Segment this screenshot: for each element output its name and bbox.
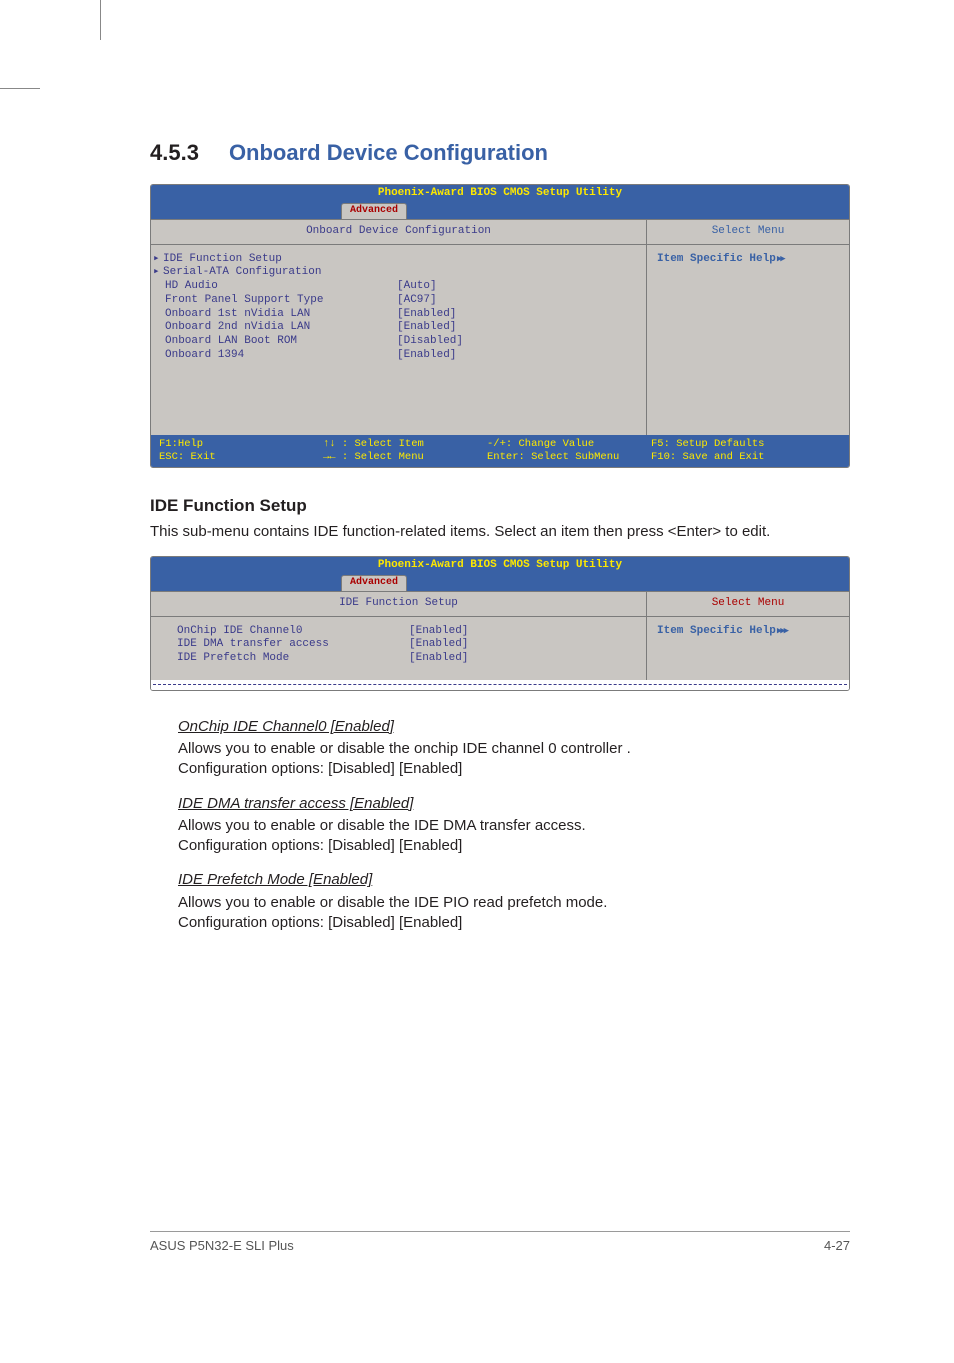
bios-body: ▸IDE Function Setup ▸Serial-ATA Configur…	[151, 244, 849, 435]
bios-tab-advanced: Advanced	[341, 575, 407, 591]
submenu-arrow-icon: ▸	[153, 266, 163, 280]
bios-body: OnChip IDE Channel0[Enabled] IDE DMA tra…	[151, 616, 849, 680]
bios-footer-key: ESC: Exit	[159, 451, 216, 463]
bios-row-value: [Enabled]	[409, 638, 468, 652]
bios-footer-key: →← : Select Menu	[323, 451, 424, 463]
bios-row-value: [Enabled]	[397, 321, 456, 335]
bios-row-value: [Disabled]	[397, 335, 463, 349]
bios-row-label: OnChip IDE Channel0	[177, 625, 409, 639]
bios-row: HD Audio[Auto]	[165, 280, 636, 294]
option-text: Allows you to enable or disable the onch…	[178, 740, 631, 757]
bios-row-label: Front Panel Support Type	[165, 294, 397, 308]
bios-row-label: Serial-ATA Configuration	[163, 266, 395, 280]
bios-row-value: [Enabled]	[409, 625, 468, 639]
option-description: OnChip IDE Channel0 [Enabled] Allows you…	[178, 717, 850, 780]
page-footer: ASUS P5N32-E SLI Plus 4-27	[150, 1231, 850, 1253]
bios-tab-advanced: Advanced	[341, 203, 407, 219]
bios-footer-bar: F1:Help ESC: Exit ↑↓ : Select Item →← : …	[151, 435, 849, 467]
bios-row: Onboard 1394[Enabled]	[165, 349, 636, 363]
bios-row: ▸IDE Function Setup	[165, 253, 636, 267]
bios-row-label: IDE Prefetch Mode	[177, 652, 409, 666]
bios-help-panel: Item Specific Help	[647, 245, 849, 435]
bios-footer-key: -/+: Change Value	[487, 438, 594, 450]
truncation-indicator	[151, 680, 849, 690]
bios-screenshot-ide: Phoenix-Award BIOS CMOS Setup Utility Ad…	[150, 556, 850, 691]
bios-subheader-title: IDE Function Setup	[151, 591, 647, 616]
bios-help-text: Item Specific Help	[657, 253, 776, 265]
page-content: 4.5.3 Onboard Device Configuration Phoen…	[150, 140, 850, 947]
subsection-heading: IDE Function Setup	[150, 496, 850, 516]
bios-footer-key: Enter: Select SubMenu	[487, 451, 619, 463]
bios-footer-col: F1:Help ESC: Exit	[159, 438, 323, 464]
subsection-paragraph: This sub-menu contains IDE function-rela…	[150, 522, 850, 542]
bios-subheader: IDE Function Setup Select Menu	[151, 591, 849, 616]
section-title: Onboard Device Configuration	[229, 140, 548, 166]
bios-options-panel: OnChip IDE Channel0[Enabled] IDE DMA tra…	[151, 617, 647, 680]
bios-help-text: Item Specific Help	[657, 625, 776, 637]
option-title: IDE Prefetch Mode [Enabled]	[178, 870, 850, 890]
bios-row: Front Panel Support Type[AC97]	[165, 294, 636, 308]
bios-footer-key: F10: Save and Exit	[651, 451, 764, 463]
bios-footer-key: F5: Setup Defaults	[651, 438, 764, 450]
bios-row: Onboard 1st nVidia LAN[Enabled]	[165, 308, 636, 322]
bios-row: IDE Prefetch Mode[Enabled]	[177, 652, 636, 666]
bios-subheader-title: Onboard Device Configuration	[151, 219, 647, 244]
chevron-right-icon	[776, 253, 784, 265]
option-config: Configuration options: [Disabled] [Enabl…	[178, 914, 462, 931]
bios-row: Onboard 2nd nVidia LAN[Enabled]	[165, 321, 636, 335]
bios-row-value: [Enabled]	[397, 308, 456, 322]
bios-footer-key: ↑↓ : Select Item	[323, 438, 424, 450]
bios-row-value: [Enabled]	[409, 652, 468, 666]
bios-row-value: [Enabled]	[397, 349, 456, 363]
bios-help-panel: Item Specific Help	[647, 617, 849, 680]
bios-tab-row: Advanced	[151, 203, 849, 219]
bios-tab-row: Advanced	[151, 575, 849, 591]
section-number: 4.5.3	[150, 140, 199, 166]
footer-product: ASUS P5N32-E SLI Plus	[150, 1238, 294, 1253]
bios-row-label: IDE Function Setup	[163, 253, 395, 267]
bios-screenshot-onboard: Phoenix-Award BIOS CMOS Setup Utility Ad…	[150, 184, 850, 468]
bios-footer-col: ↑↓ : Select Item →← : Select Menu	[323, 438, 487, 464]
option-text: Allows you to enable or disable the IDE …	[178, 894, 607, 911]
bios-row-value: [Auto]	[397, 280, 437, 294]
footer-page-number: 4-27	[824, 1238, 850, 1253]
bios-subheader-select: Select Menu	[647, 591, 849, 616]
bios-row-label: Onboard 1st nVidia LAN	[165, 308, 397, 322]
bios-subheader-select: Select Menu	[647, 219, 849, 244]
bios-row-label: Onboard LAN Boot ROM	[165, 335, 397, 349]
bios-row-label: HD Audio	[165, 280, 397, 294]
bios-row: IDE DMA transfer access[Enabled]	[177, 638, 636, 652]
option-description: IDE DMA transfer access [Enabled] Allows…	[178, 794, 850, 857]
bios-subheader: Onboard Device Configuration Select Menu	[151, 219, 849, 244]
bios-row: OnChip IDE Channel0[Enabled]	[177, 625, 636, 639]
bios-title-bar: Phoenix-Award BIOS CMOS Setup Utility	[151, 557, 849, 575]
chevron-right-icon	[776, 625, 787, 637]
bios-row-label: IDE DMA transfer access	[177, 638, 409, 652]
bios-footer-col: -/+: Change Value Enter: Select SubMenu	[487, 438, 651, 464]
option-title: OnChip IDE Channel0 [Enabled]	[178, 717, 850, 737]
bios-options-panel: ▸IDE Function Setup ▸Serial-ATA Configur…	[151, 245, 647, 435]
bios-row-label: Onboard 2nd nVidia LAN	[165, 321, 397, 335]
bios-row: ▸Serial-ATA Configuration	[165, 266, 636, 280]
submenu-arrow-icon: ▸	[153, 253, 163, 267]
bios-footer-key: F1:Help	[159, 438, 203, 450]
option-config: Configuration options: [Disabled] [Enabl…	[178, 760, 462, 777]
bios-footer-col: F5: Setup Defaults F10: Save and Exit	[651, 438, 841, 464]
bios-row: Onboard LAN Boot ROM[Disabled]	[165, 335, 636, 349]
option-description: IDE Prefetch Mode [Enabled] Allows you t…	[178, 870, 850, 933]
option-text: Allows you to enable or disable the IDE …	[178, 817, 586, 834]
bios-title-bar: Phoenix-Award BIOS CMOS Setup Utility	[151, 185, 849, 203]
option-title: IDE DMA transfer access [Enabled]	[178, 794, 850, 814]
section-heading: 4.5.3 Onboard Device Configuration	[150, 140, 850, 166]
bios-row-value: [AC97]	[397, 294, 437, 308]
option-config: Configuration options: [Disabled] [Enabl…	[178, 837, 462, 854]
bios-row-label: Onboard 1394	[165, 349, 397, 363]
